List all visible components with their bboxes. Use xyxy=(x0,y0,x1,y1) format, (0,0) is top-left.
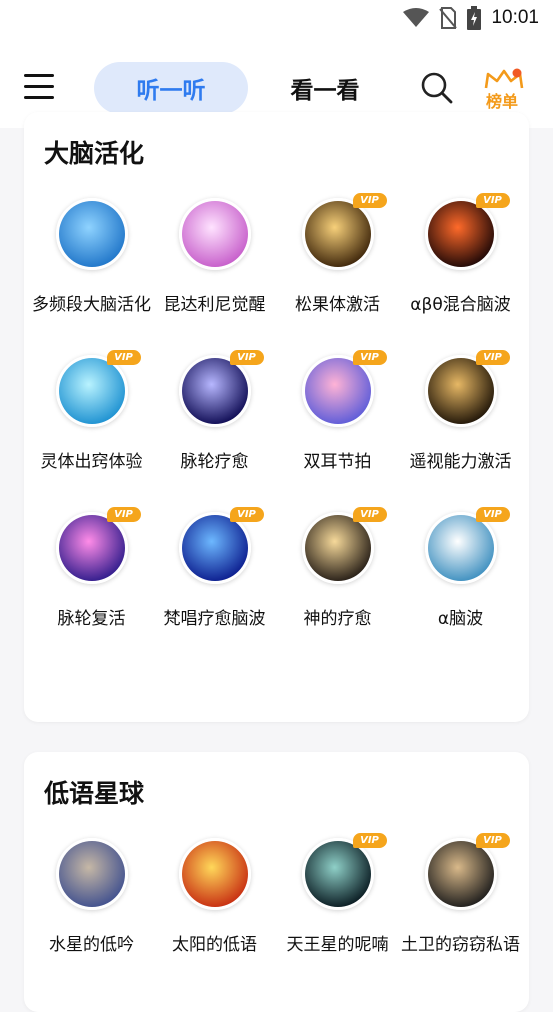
audio-item-label: 太阳的低语 xyxy=(172,935,257,955)
menu-icon[interactable] xyxy=(24,74,54,100)
audio-item[interactable]: VIP 脉轮复活 xyxy=(30,507,153,630)
audio-thumbnail: VIP xyxy=(424,833,510,910)
audio-thumbnail: VIP xyxy=(424,193,510,270)
audio-item-label: 梵唱疗愈脑波 xyxy=(163,609,266,629)
audio-item-label: 水星的低吟 xyxy=(49,935,134,955)
audio-item-label: 土卫的窃窃私语 xyxy=(401,935,520,955)
thumbnail-image xyxy=(304,201,371,267)
status-bar: 10:01 xyxy=(0,0,553,38)
audio-item[interactable]: VIP 灵体出窍体验 xyxy=(30,350,153,473)
section-whisper-planets: 低语星球 水星的低吟 太阳的低语 VIP 天王星的呢喃 VIP 土卫的窃窃私语 xyxy=(24,752,529,1012)
audio-thumbnail: VIP xyxy=(424,507,510,584)
thumbnail-image xyxy=(181,841,248,907)
audio-item-label: 多频段大脑活化 xyxy=(32,295,151,315)
audio-item-label: 天王星的呢喃 xyxy=(286,935,389,955)
thumbnail-image xyxy=(427,515,494,581)
thumbnail-image xyxy=(304,358,371,424)
battery-charging-icon xyxy=(467,6,482,30)
status-time: 10:01 xyxy=(491,7,539,28)
audio-item[interactable]: 多频段大脑活化 xyxy=(30,198,153,316)
thumbnail-image xyxy=(427,841,494,907)
audio-item[interactable]: VIP 梵唱疗愈脑波 xyxy=(153,507,276,630)
vip-badge: VIP xyxy=(106,507,141,522)
thumbnail-image xyxy=(58,201,125,267)
audio-item-label: αβθ混合脑波 xyxy=(410,295,511,315)
section-title: 低语星球 xyxy=(44,779,145,808)
thumbnail-image xyxy=(181,201,248,267)
audio-item[interactable]: VIP 遥视能力激活 xyxy=(399,350,522,473)
vip-badge: VIP xyxy=(352,193,387,208)
no-sim-icon xyxy=(439,7,458,29)
audio-item[interactable]: VIP 脉轮疗愈 xyxy=(153,350,276,473)
thumbnail-image xyxy=(58,841,125,907)
audio-thumbnail: VIP xyxy=(301,350,387,427)
audio-item[interactable]: VIP 土卫的窃窃私语 xyxy=(399,833,522,956)
audio-thumbnail: VIP xyxy=(178,350,264,427)
search-icon[interactable] xyxy=(420,71,454,105)
vip-badge: VIP xyxy=(352,507,387,522)
wifi-icon xyxy=(403,8,430,27)
status-icons: 10:01 xyxy=(403,6,539,30)
audio-thumbnail: VIP xyxy=(424,350,510,427)
audio-item[interactable]: VIP 双耳节拍 xyxy=(276,350,399,473)
tab-listen[interactable]: 听一听 xyxy=(94,62,248,114)
audio-item-label: 遥视能力激活 xyxy=(409,452,512,472)
thumbnail-image xyxy=(181,358,248,424)
vip-badge: VIP xyxy=(229,507,264,522)
audio-item[interactable]: VIP 神的疗愈 xyxy=(276,507,399,630)
tab-watch[interactable]: 看一看 xyxy=(270,62,380,114)
vip-badge: VIP xyxy=(475,193,510,208)
audio-item-label: 昆达利尼觉醒 xyxy=(163,295,266,315)
audio-thumbnail: VIP xyxy=(301,193,387,270)
audio-thumbnail: VIP xyxy=(55,350,141,427)
audio-thumbnail: VIP xyxy=(301,833,387,910)
audio-item[interactable]: VIP 松果体激活 xyxy=(276,193,399,316)
audio-item-label: 脉轮疗愈 xyxy=(180,452,249,472)
section-brain-activation: 大脑活化 多频段大脑活化 昆达利尼觉醒 VIP 松果体激活 VIP αβθ混合脑波 VIP 灵… xyxy=(24,112,529,722)
vip-badge: VIP xyxy=(229,350,264,365)
vip-badge: VIP xyxy=(475,507,510,522)
section-title: 大脑活化 xyxy=(44,139,145,168)
thumbnail-image xyxy=(427,201,494,267)
ranking-button[interactable]: 榜单 xyxy=(482,68,528,112)
audio-item[interactable]: 昆达利尼觉醒 xyxy=(153,198,276,316)
audio-item-label: 脉轮复活 xyxy=(57,609,126,629)
vip-badge: VIP xyxy=(352,833,387,848)
ranking-label: 榜单 xyxy=(486,92,519,111)
audio-thumbnail: VIP xyxy=(55,507,141,584)
audio-thumbnail xyxy=(178,198,251,270)
vip-badge: VIP xyxy=(106,350,141,365)
audio-thumbnail xyxy=(55,198,128,270)
audio-item[interactable]: 水星的低吟 xyxy=(30,838,153,956)
audio-item[interactable]: VIP αβθ混合脑波 xyxy=(399,193,522,316)
audio-item[interactable]: VIP α脑波 xyxy=(399,507,522,630)
audio-item[interactable]: 太阳的低语 xyxy=(153,838,276,956)
vip-badge: VIP xyxy=(352,350,387,365)
thumbnail-image xyxy=(58,358,125,424)
vip-badge: VIP xyxy=(475,350,510,365)
audio-item-label: 双耳节拍 xyxy=(303,452,372,472)
audio-item-label: 松果体激活 xyxy=(295,295,380,315)
audio-item-label: α脑波 xyxy=(437,609,484,629)
thumbnail-image xyxy=(304,841,371,907)
audio-item-label: 灵体出窍体验 xyxy=(40,452,143,472)
audio-thumbnail: VIP xyxy=(178,507,264,584)
audio-item[interactable]: VIP 天王星的呢喃 xyxy=(276,833,399,956)
thumbnail-image xyxy=(427,358,494,424)
audio-thumbnail xyxy=(178,838,251,910)
audio-thumbnail: VIP xyxy=(301,507,387,584)
vip-badge: VIP xyxy=(475,833,510,848)
thumbnail-image xyxy=(304,515,371,581)
audio-thumbnail xyxy=(55,838,128,910)
thumbnail-image xyxy=(58,515,125,581)
audio-item-label: 神的疗愈 xyxy=(303,609,372,629)
thumbnail-image xyxy=(181,515,248,581)
